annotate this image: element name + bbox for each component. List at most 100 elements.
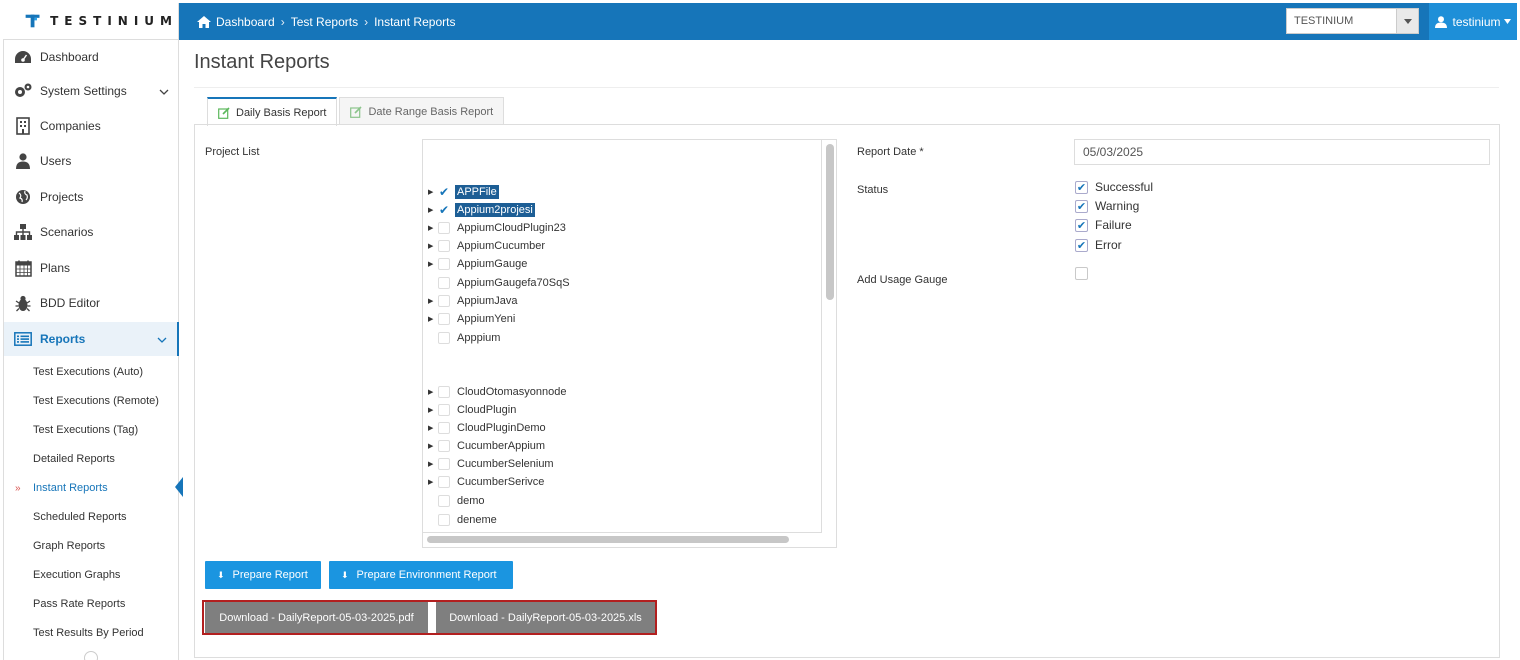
tree-node[interactable]: ▶ CloudPlugin [428,401,518,418]
check-icon[interactable]: ✔ [1075,238,1088,252]
caret-right-icon[interactable]: ▶ [428,242,438,250]
checkbox-box[interactable] [438,294,450,307]
sidebar-item-bdd-editor[interactable]: BDD Editor [4,286,179,320]
checkbox-box[interactable] [438,276,450,289]
tree-node[interactable]: ▶ AppiumGauge [428,255,529,272]
caret-right-icon[interactable]: ▶ [428,224,438,232]
caret-right-icon[interactable]: ▶ [428,478,438,486]
sidebar-subitem-pass-rate-reports[interactable]: Pass Rate Reports [4,591,179,617]
caret-right-icon[interactable]: ▶ [428,424,438,432]
tree-node[interactable]: ▶ ✔ Appium2projesi [428,201,535,218]
prepare-environment-report-button[interactable]: ⬇ Prepare Environment Report [329,561,513,589]
sidebar-collapse-icon[interactable] [84,651,98,660]
sidebar-item-scenarios[interactable]: Scenarios [4,215,179,249]
organization-select[interactable]: TESTINIUM [1286,8,1419,34]
download-pdf-button[interactable]: Download - DailyReport-05-03-2025.pdf [205,602,428,633]
checkbox-box[interactable] [438,439,450,452]
tree-node[interactable]: AppiumGaugefa70SqS [428,274,572,291]
sidebar-item-plans[interactable]: Plans [4,251,179,285]
checkbox-box[interactable] [438,494,450,507]
prepare-report-button[interactable]: ⬇ Prepare Report [205,561,321,589]
caret-down-icon[interactable] [1396,9,1418,33]
sidebar-subitem-label: Test Executions (Auto) [33,366,144,378]
sidebar-subitem-execution-graphs[interactable]: Execution Graphs [4,562,179,588]
tree-node[interactable]: demo [428,492,487,509]
checkbox-box[interactable] [438,239,450,252]
sidebar-subitem-graph-reports[interactable]: Graph Reports [4,533,179,559]
tab-daily-basis-report[interactable]: Daily Basis Report [207,97,338,126]
checkbox-box[interactable] [438,403,450,416]
tab-date-range-basis-report[interactable]: Date Range Basis Report [339,97,505,125]
checkbox-box[interactable] [438,513,450,526]
sidebar-item-dashboard[interactable]: Dashboard [4,40,179,74]
caret-right-icon[interactable]: ▶ [428,388,438,396]
tree-inner-border [821,140,822,532]
checkbox-box[interactable] [438,421,450,434]
tree-node[interactable]: ▶ CloudPluginDemo [428,419,548,436]
download-xls-button[interactable]: Download - DailyReport-05-03-2025.xls [436,602,655,633]
check-icon[interactable]: ✔ [438,185,450,199]
tree-inner-border [423,532,822,533]
tree-node[interactable]: ▶ CucumberAppium [428,437,547,454]
tree-node[interactable]: ▶ ✔ APPFile [428,183,499,200]
sidebar-subitem-detailed-reports[interactable]: Detailed Reports [4,446,179,472]
caret-right-icon[interactable]: ▶ [428,460,438,468]
tree-node[interactable]: ▶ CucumberSerivce [428,473,546,490]
caret-right-icon[interactable]: ▶ [428,206,438,214]
caret-right-icon[interactable]: ▶ [428,297,438,305]
status-failure-checkbox[interactable]: ✔ Failure [1075,218,1132,232]
logo[interactable]: TESTINIUM [3,3,179,40]
caret-right-icon[interactable]: ▶ [428,260,438,268]
caret-right-icon[interactable]: ▶ [428,442,438,450]
sidebar-subitem-test-results-by-period[interactable]: Test Results By Period [4,620,179,646]
checkbox-box[interactable] [438,385,450,398]
checkbox-box[interactable] [438,331,450,344]
sidebar-item-reports[interactable]: Reports [4,322,179,356]
usage-gauge-checkbox[interactable] [1075,267,1095,280]
tree-node[interactable]: ▶ AppiumJava [428,292,520,309]
check-icon[interactable]: ✔ [438,203,450,217]
sidebar-subitem-test-executions-remote[interactable]: Test Executions (Remote) [4,388,179,414]
tree-node[interactable]: Apppium [428,329,502,346]
check-icon[interactable]: ✔ [1075,180,1088,194]
checkbox-box[interactable] [438,221,450,234]
tree-node[interactable]: ▶ AppiumCloudPlugin23 [428,219,568,236]
caret-right-icon[interactable]: ▶ [428,315,438,323]
sidebar-subitem-instant-reports[interactable]: » Instant Reports [4,475,179,501]
status-warning-checkbox[interactable]: ✔ Warning [1075,199,1139,213]
status-error-checkbox[interactable]: ✔ Error [1075,238,1122,252]
checkbox-box[interactable] [438,257,450,270]
sidebar-subitem-test-executions-tag[interactable]: Test Executions (Tag) [4,417,179,443]
tree-node[interactable]: ▶ CucumberSelenium [428,455,556,472]
project-tree[interactable]: ▶ ✔ APPFile ▶ ✔ Appium2projesi ▶ AppiumCloudPlu… [422,139,837,548]
caret-right-icon[interactable]: ▶ [428,406,438,414]
tree-node[interactable]: deneme [428,511,499,528]
app-root: TESTINIUM Dashboard › Test Reports › Ins… [0,0,1520,660]
sidebar-item-companies[interactable]: Companies [4,109,179,143]
report-date-input[interactable]: 05/03/2025 [1074,139,1490,165]
horizontal-scrollbar[interactable] [427,536,789,543]
sidebar-subitem-test-executions-auto[interactable]: Test Executions (Auto) [4,359,179,385]
check-icon[interactable]: ✔ [1075,199,1088,213]
status-option-label: Error [1095,238,1122,252]
check-icon[interactable]: ✔ [1075,218,1088,232]
checkbox-box[interactable] [438,312,450,325]
sidebar-subitem-scheduled-reports[interactable]: Scheduled Reports [4,504,179,530]
checkbox-box[interactable] [1075,267,1088,280]
sidebar-item-users[interactable]: Users [4,144,179,178]
status-successful-checkbox[interactable]: ✔ Successful [1075,180,1153,194]
breadcrumb-dashboard[interactable]: Dashboard [216,15,275,29]
breadcrumb-test-reports[interactable]: Test Reports [291,15,358,29]
checkbox-box[interactable] [438,475,450,488]
sidebar-item-system-settings[interactable]: System Settings [4,74,179,108]
list-alt-icon [13,329,33,349]
tree-node[interactable]: ▶ CloudOtomasyonnode [428,383,568,400]
tree-node-label: CucumberSerivce [457,475,545,488]
tree-node[interactable]: ▶ AppiumYeni [428,310,517,327]
caret-right-icon[interactable]: ▶ [428,188,438,196]
vertical-scrollbar[interactable] [826,144,834,300]
sidebar-item-projects[interactable]: Projects [4,180,179,214]
user-menu[interactable]: testinium [1429,3,1517,40]
tree-node[interactable]: ▶ AppiumCucumber [428,237,547,254]
checkbox-box[interactable] [438,457,450,470]
